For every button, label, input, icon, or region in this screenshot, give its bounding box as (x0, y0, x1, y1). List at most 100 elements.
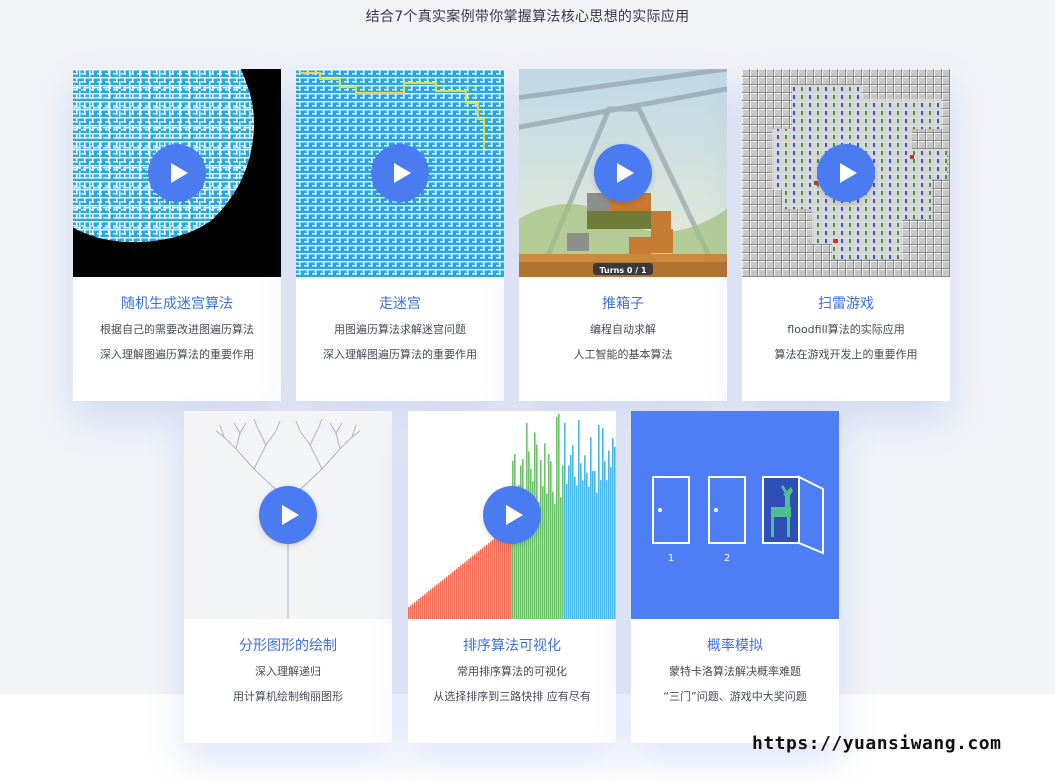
sort-bar (456, 568, 458, 619)
sort-bar (488, 543, 490, 619)
sort-bar (430, 589, 432, 619)
play-button[interactable] (483, 486, 541, 544)
sort-bar (476, 552, 478, 619)
card-description: “三门”问题、游戏中大奖问题 (663, 690, 807, 703)
sort-bar (542, 485, 544, 619)
sort-bar (418, 599, 420, 619)
sort-bar (590, 437, 592, 619)
card-title[interactable]: 概率模拟 (631, 635, 839, 655)
sort-bar (560, 497, 562, 619)
sort-bar (468, 559, 470, 619)
card-description: 人工智能的基本算法 (573, 348, 673, 361)
sort-bar (602, 428, 604, 619)
sort-bar (544, 443, 546, 619)
fractal-thumbnail[interactable] (184, 411, 392, 619)
sort-bar (450, 573, 452, 619)
card-description: floodfill算法的实际应用 (787, 323, 905, 336)
play-button[interactable] (594, 144, 652, 202)
card-description: 根据自己的需要改进图遍历算法 (100, 323, 254, 336)
sort-bar (470, 557, 472, 619)
play-button[interactable] (817, 144, 875, 202)
sort-bar (442, 579, 444, 619)
sort-bar (612, 438, 614, 619)
sort-bar (600, 479, 602, 619)
sort-bar (440, 581, 442, 619)
solve-maze-thumbnail[interactable] (296, 69, 504, 277)
sort-bar (420, 597, 422, 619)
sort-visualization-thumbnail[interactable] (408, 411, 616, 619)
sort-bar (494, 538, 496, 619)
sort-bar (436, 584, 438, 619)
sort-bar (596, 492, 598, 619)
card-title[interactable]: 排序算法可视化 (408, 635, 616, 655)
case-card-sokoban[interactable]: Turns 0 / 1 推箱子 编程自动求解 人工智能的基本算法 (519, 69, 727, 401)
sort-bar (462, 563, 464, 619)
sort-bar (610, 466, 612, 619)
card-description: 深入理解图遍历算法的重要作用 (323, 348, 477, 361)
sort-bar (486, 544, 488, 619)
sort-bar (574, 476, 576, 619)
sokoban-thumbnail[interactable]: Turns 0 / 1 (519, 69, 727, 277)
three-doors-thumbnail[interactable]: 1 2 (631, 411, 839, 619)
case-card-solve-maze[interactable]: 走迷宫 用图遍历算法求解迷宫问题 深入理解图遍历算法的重要作用 (296, 69, 504, 401)
card-description: 用图遍历算法求解迷宫问题 (334, 323, 466, 336)
sort-bar (546, 493, 548, 619)
card-description: 深入理解图遍历算法的重要作用 (100, 348, 254, 361)
sort-bar (580, 463, 582, 619)
play-button[interactable] (259, 486, 317, 544)
card-title[interactable]: 扫雷游戏 (742, 293, 950, 313)
card-description: 常用排序算法的可视化 (457, 665, 567, 678)
sort-bar (478, 551, 480, 619)
card-description: 编程自动求解 (590, 323, 656, 336)
sort-bar (564, 422, 566, 619)
sort-bar (454, 570, 456, 619)
sort-bar (578, 420, 580, 619)
sort-bar (466, 560, 468, 619)
sort-bar (472, 555, 474, 619)
sort-bar (428, 591, 430, 619)
sort-bar (498, 535, 500, 619)
sort-bar (572, 445, 574, 619)
case-card-random-maze[interactable]: 随机生成迷宫算法 根据自己的需要改进图遍历算法 深入理解图遍历算法的重要作用 (73, 69, 281, 401)
case-card-probability[interactable]: 1 2 概率模拟 蒙特卡洛算法解决概率难题 “三门”问题、游戏中大奖问题 (631, 411, 839, 743)
sort-bar (484, 546, 486, 619)
card-description: 用计算机绘制绚丽图形 (233, 690, 343, 703)
card-title[interactable]: 分形图形的绘制 (184, 635, 392, 655)
card-title[interactable]: 随机生成迷宫算法 (73, 293, 281, 313)
card-description: 蒙特卡洛算法解决概率难题 (669, 665, 801, 678)
sort-bar (608, 450, 610, 619)
minesweeper-thumbnail[interactable] (742, 69, 950, 277)
sort-bar (592, 470, 594, 619)
sort-bar (536, 444, 538, 619)
sort-bar (426, 592, 428, 619)
play-button[interactable] (148, 144, 206, 202)
sort-bar (588, 486, 590, 619)
sort-bar (438, 583, 440, 619)
door-number: 2 (724, 553, 730, 564)
card-title[interactable]: 推箱子 (519, 293, 727, 313)
sort-bar (502, 531, 504, 619)
case-card-minesweeper[interactable]: 扫雷游戏 floodfill算法的实际应用 算法在游戏开发上的重要作用 (742, 69, 950, 401)
door-number: 1 (668, 553, 674, 564)
case-card-sort-visualization[interactable]: 排序算法可视化 常用排序算法的可视化 从选择排序到三路快排 应有尽有 (408, 411, 616, 743)
sort-bar (474, 554, 476, 619)
sort-bar (434, 586, 436, 619)
sort-bar (568, 465, 570, 619)
sort-bar (548, 454, 550, 619)
sort-bar (558, 413, 560, 619)
sort-bar (576, 485, 578, 619)
sort-bar (422, 595, 424, 619)
sort-bar (504, 530, 506, 619)
sort-bar (416, 600, 418, 619)
sort-bar (408, 607, 410, 619)
random-maze-thumbnail[interactable] (73, 69, 281, 277)
section-headline: 结合7个真实案例带你掌握算法核心思想的实际应用 (365, 9, 690, 25)
play-button[interactable] (371, 144, 429, 202)
card-title[interactable]: 走迷宫 (296, 293, 504, 313)
sort-bar (566, 483, 568, 619)
sort-bar (482, 547, 484, 619)
card-description: 从选择排序到三路快排 应有尽有 (433, 690, 591, 703)
sort-bar (594, 470, 596, 619)
sort-bar (540, 460, 542, 619)
case-card-fractal[interactable]: 分形图形的绘制 深入理解递归 用计算机绘制绚丽图形 (184, 411, 392, 743)
